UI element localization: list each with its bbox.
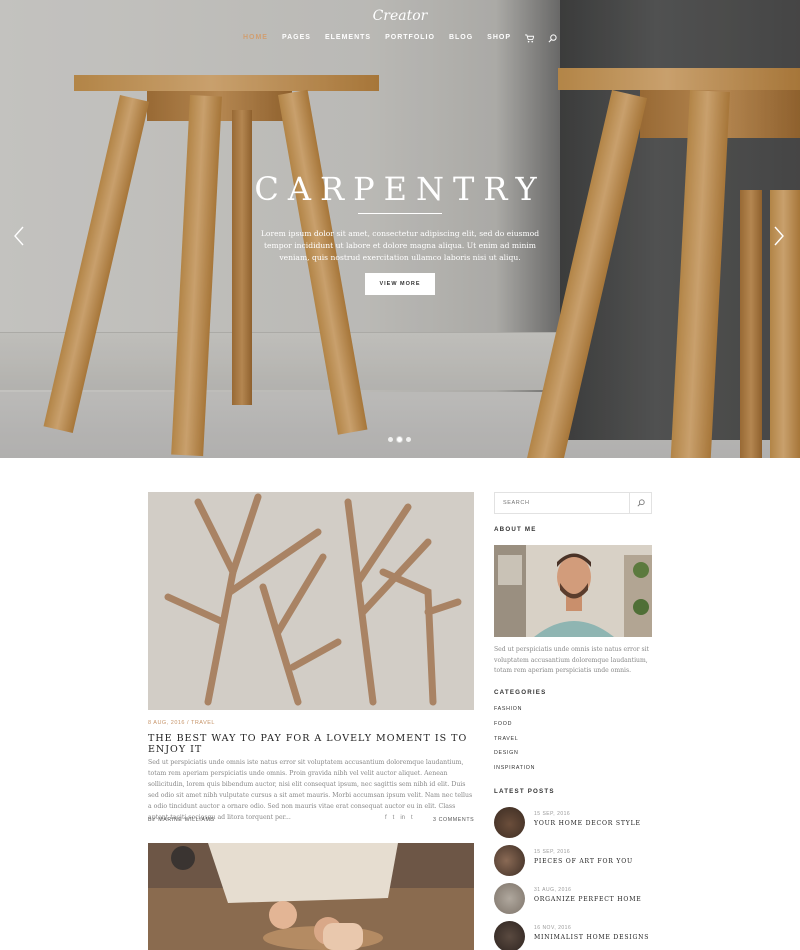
post-excerpt: Sed ut perspiciatis unde omnis iste natu… [148,759,473,822]
facebook-icon[interactable]: f [385,815,387,821]
twitter-icon[interactable]: t [393,815,395,821]
site-logo[interactable]: Creator [0,8,800,24]
category-item-design[interactable]: DESIGN [494,750,535,765]
latest-post-thumbnail[interactable] [494,845,525,876]
nav-item-shop[interactable]: SHOP [487,34,511,45]
latest-post-item[interactable]: 31 AUG, 2016 ORGANIZE PERFECT HOME [494,883,664,915]
nav-item-elements[interactable]: ELEMENTS [325,34,371,45]
slider-dot-2[interactable] [397,437,402,442]
latest-post-thumbnail[interactable] [494,921,525,950]
latest-post-date: 15 SEP, 2016 [534,811,571,817]
nav-item-blog[interactable]: BLOG [449,34,473,45]
latest-post-date: 31 AUG, 2016 [534,887,572,893]
slider-next-arrow-icon[interactable] [773,226,785,249]
category-item-travel[interactable]: TRAVEL [494,736,535,751]
category-item-inspiration[interactable]: INSPIRATION [494,765,535,780]
post-meta[interactable]: 8 AUG, 2016 / TRAVEL [148,720,215,726]
about-text: Sed ut perspiciatis unde omnis iste natu… [494,646,650,675]
category-list: FASHION FOOD TRAVEL DESIGN INSPIRATION [494,706,535,780]
tumblr-icon[interactable]: t [411,815,413,821]
slide-title: CARPENTRY [254,170,546,208]
latest-posts-heading: LATEST POSTS [494,788,555,795]
post-title[interactable]: THE BEST WAY TO PAY FOR A LOVELY MOMENT … [148,733,478,755]
slider-dot-3[interactable] [406,437,411,442]
categories-heading: CATEGORIES [494,689,547,696]
slider-pagination [388,437,411,442]
main-nav: HOME PAGES ELEMENTS PORTFOLIO BLOG SHOP [0,34,800,45]
post-image-second[interactable] [148,843,474,950]
latest-post-title[interactable]: PIECES OF ART FOR YOU [534,858,633,865]
about-photo [494,545,652,637]
search-icon[interactable] [629,493,651,513]
slide-text: Lorem ipsum dolor sit amet, consectetur … [260,229,540,262]
slider-prev-arrow-icon[interactable] [13,226,25,249]
latest-post-title[interactable]: YOUR HOME DECOR STYLE [534,820,641,827]
post-featured-image[interactable] [148,492,474,710]
latest-post-item[interactable]: 15 SEP, 2016 PIECES OF ART FOR YOU [494,845,664,877]
category-item-fashion[interactable]: FASHION [494,706,535,721]
post-comments-link[interactable]: 3 COMMENTS [433,817,474,823]
slide-divider [358,213,442,214]
view-more-button[interactable]: VIEW MORE [365,273,435,295]
nav-item-pages[interactable]: PAGES [282,34,311,45]
latest-post-item[interactable]: 16 NOV, 2016 MINIMALIST HOME DESIGNS [494,921,664,950]
nav-item-portfolio[interactable]: PORTFOLIO [385,34,435,45]
nav-item-home[interactable]: HOME [243,34,268,45]
category-item-food[interactable]: FOOD [494,721,535,736]
latest-post-thumbnail[interactable] [494,883,525,914]
linkedin-icon[interactable]: in [400,815,405,821]
latest-post-date: 15 SEP, 2016 [534,849,571,855]
latest-post-date: 16 NOV, 2016 [534,925,572,931]
latest-post-item[interactable]: 15 SEP, 2016 YOUR HOME DECOR STYLE [494,807,664,839]
about-heading: ABOUT ME [494,526,537,533]
latest-post-title[interactable]: MINIMALIST HOME DESIGNS [534,934,649,941]
share-icons: f t in t [385,815,413,821]
sidebar-search [494,492,652,514]
slider-dot-1[interactable] [388,437,393,442]
hero-slider: Creator HOME PAGES ELEMENTS PORTFOLIO BL… [0,0,800,458]
search-input[interactable] [495,493,629,513]
latest-post-title[interactable]: ORGANIZE PERFECT HOME [534,896,642,903]
post-author[interactable]: BY MARINE WILLIAMS [148,817,215,823]
cart-icon[interactable] [525,34,535,45]
latest-post-thumbnail[interactable] [494,807,525,838]
search-icon[interactable] [548,34,557,45]
